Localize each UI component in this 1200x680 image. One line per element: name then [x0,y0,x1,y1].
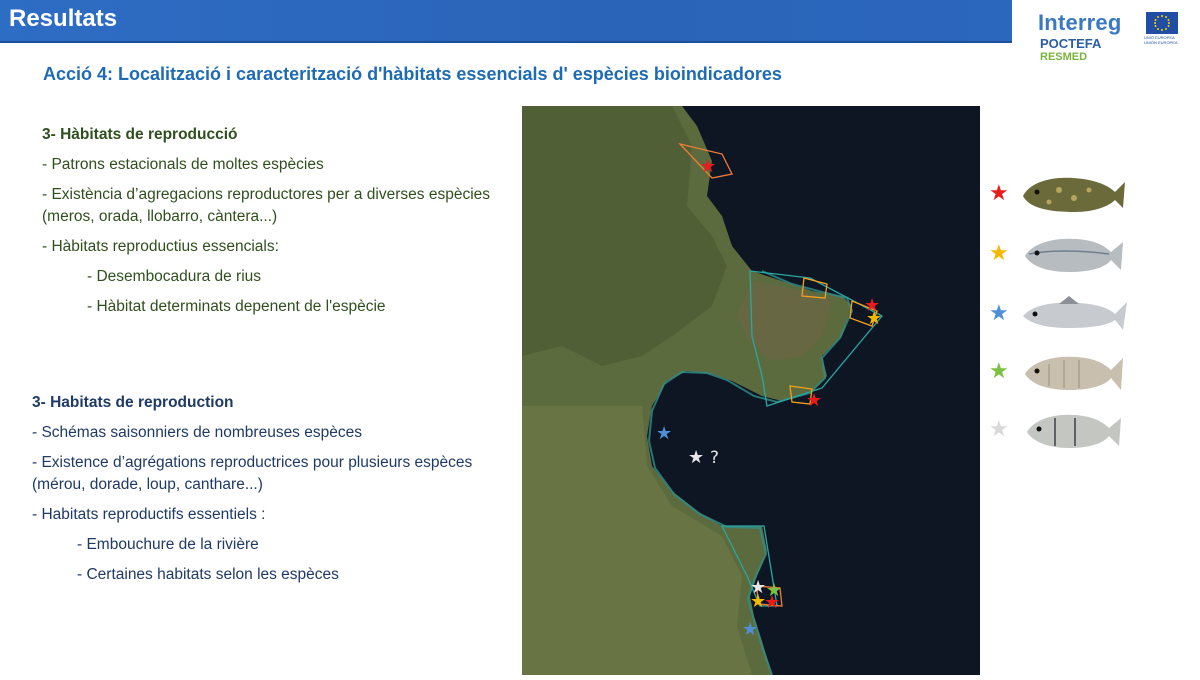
french-subitem: - Certaines habitats selon les espèces [77,566,339,583]
french-subitem: - Embouchure de la rivière [77,536,259,553]
catalan-heading: 3- Hàbitats de reproducció [42,126,238,143]
map-star-yellow: ★ [866,308,882,329]
catalan-section: 3- Hàbitats de reproducció - Patrons est… [42,124,512,326]
legend-row-sargo: ★ [985,406,1145,462]
sargo-icon [1027,414,1121,448]
legend-row-grouper: ★ [985,170,1145,226]
grouper-icon [1023,177,1125,212]
map-question-mark: ? [710,448,719,468]
french-item: - Schémas saisonniers de nombreuses espè… [32,424,362,441]
legend-row-seabass: ★ [985,290,1145,346]
page-title: Resultats [9,5,118,32]
catalan-subitem: - Desembocadura de rius [87,268,262,285]
satellite-map: ★ ★ ★ ★ ★ ★ ? ★ ★ ★ ★ ★ [522,106,980,676]
legend-star-yellow: ★ [989,240,1009,265]
action-subtitle: Acció 4: Localització i caracterització … [43,64,782,84]
logo-resmed-text: RESMED [1040,51,1088,63]
french-item: - Habitats reproductifs essentiels : [32,506,266,523]
legend-row-bream: ★ [985,230,1145,286]
logo-poctefa-text: POCTEFA [1040,36,1102,51]
logo-interreg-text: Interreg [1038,10,1122,35]
header-bar: Resultats [0,0,1012,43]
logo-flag-text: UNIÓ EUROPEA UNIÓN EUROPEA [1144,35,1178,45]
map-star-blue: ★ [656,423,672,444]
bream-icon [1025,238,1123,272]
seabream-icon [1025,356,1123,390]
catalan-subitem: - Hàbitat determinats depenent de l'espè… [87,298,386,315]
map-star-white: ★ [688,447,704,468]
french-item: - Existence d’agrégations reproductrices… [32,454,473,493]
french-heading: 3- Habitats de reproduction [32,394,234,411]
catalan-item: - Existència d’agregacions reproductores… [42,186,491,225]
map-star-red: ★ [764,592,780,613]
legend-star-green: ★ [989,358,1009,383]
eu-flag-icon [1146,12,1178,34]
legend-star-red: ★ [989,180,1009,205]
catalan-item: - Patrons estacionals de moltes espècies [42,156,324,173]
map-star-red: ★ [806,390,822,411]
legend-star-white: ★ [989,416,1009,441]
map-star-blue: ★ [742,619,758,640]
legend-row-seabream: ★ [985,348,1145,404]
species-legend: ★ ★ ★ ★ ★ [985,160,1145,460]
catalan-item: - Hàbitats reproductius essencials: [42,238,279,255]
interreg-logo: Interreg UNIÓ EUROPEA UNIÓN EUROPEA POCT… [1032,8,1192,68]
legend-star-blue: ★ [989,300,1009,325]
seabass-icon [1023,296,1127,330]
french-section: 3- Habitats de reproduction - Schémas sa… [32,392,502,594]
map-star-red: ★ [700,156,716,177]
